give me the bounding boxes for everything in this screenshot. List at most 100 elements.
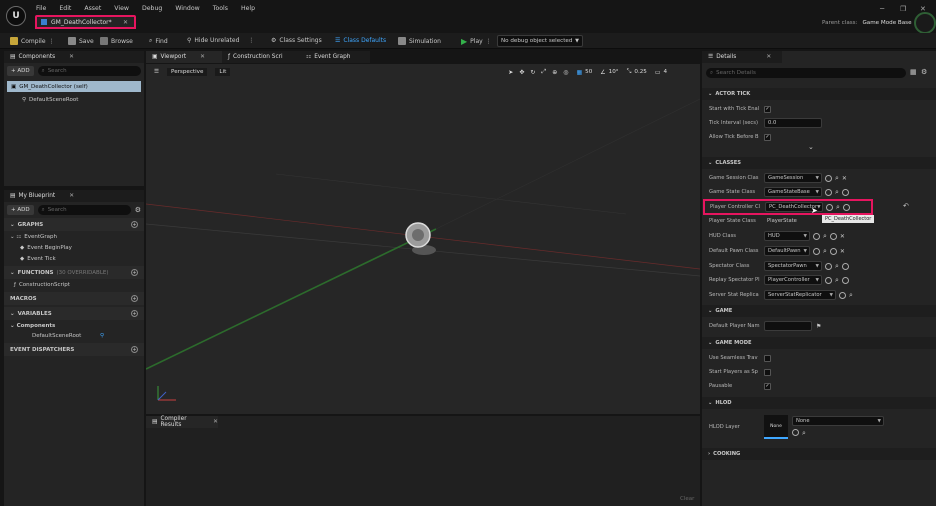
parent-class-link[interactable]: Game Mode Base — [862, 20, 911, 26]
lit-button[interactable]: Lit — [215, 68, 231, 76]
tick-interval-input[interactable]: 0.0 — [764, 118, 822, 128]
scale-tool-icon[interactable]: ⤢ — [541, 68, 546, 76]
document-tab[interactable]: GM_DeathCollector* ✕ — [35, 15, 136, 29]
class-combo[interactable]: DefaultPawn ▼ — [764, 246, 810, 256]
class-settings-button[interactable]: ⚙ Class Settings — [271, 37, 322, 44]
variable-item[interactable]: DefaultSceneRoot ⚲ — [4, 331, 144, 341]
classes-header[interactable]: ⌄ CLASSES — [702, 157, 936, 169]
perspective-button[interactable]: Perspective — [167, 68, 208, 76]
add-icon[interactable] — [842, 203, 850, 211]
debug-object-dropdown[interactable]: No debug object selected ▼ — [497, 35, 583, 47]
search-icon[interactable]: ⌕ — [835, 174, 839, 183]
simulation-button[interactable]: Simulation — [398, 37, 441, 45]
components-tab[interactable]: ▤ Components ✕ — [4, 51, 144, 63]
search-icon[interactable]: ⌕ — [835, 188, 839, 197]
expand-advanced-icon[interactable]: ⌄ — [808, 143, 814, 151]
scale-snap-icon[interactable]: ⤡ — [627, 68, 632, 76]
grid-snap-icon[interactable]: ▦ — [576, 69, 582, 76]
world-local-icon[interactable]: ⊕ — [552, 69, 557, 76]
camera-speed-icon[interactable]: ▭ — [655, 69, 661, 76]
close-components-icon[interactable]: ✕ — [69, 54, 74, 60]
select-tool-icon[interactable]: ➤ — [508, 69, 513, 76]
browse-to-icon[interactable] — [813, 247, 820, 255]
close-details-icon[interactable]: ✕ — [766, 54, 771, 60]
play-button[interactable]: ▶ Play ⋮ — [461, 37, 492, 46]
actor-tick-header[interactable]: ⌄ ACTOR TICK — [702, 88, 936, 100]
event-dispatchers-header[interactable]: EVENT DISPATCHERS + — [4, 343, 144, 356]
menu-view[interactable]: View — [114, 5, 129, 12]
localization-flag-icon[interactable]: ⚑ — [816, 323, 821, 330]
menu-edit[interactable]: Edit — [59, 5, 71, 12]
search-icon[interactable]: ⌕ — [823, 232, 827, 241]
add-dispatcher-icon[interactable]: + — [131, 346, 138, 353]
tab-viewport[interactable]: ▣ Viewport ✕ — [146, 51, 222, 63]
rotation-snap-value[interactable]: 10° — [609, 69, 619, 75]
function-item[interactable]: ƒ ConstructionScript — [4, 279, 144, 290]
menu-tools[interactable]: Tools — [213, 5, 228, 12]
details-tab[interactable]: ☰ Details ✕ — [702, 51, 782, 63]
add-icon[interactable] — [841, 188, 849, 196]
macros-header[interactable]: MACROS + — [4, 292, 144, 305]
add-component-button[interactable]: + ADD — [7, 66, 34, 76]
event-graph-item[interactable]: ⌄ ⚏ EventGraph — [4, 231, 144, 242]
menu-window[interactable]: Window — [175, 5, 199, 12]
tab-event-graph[interactable]: ⚏ Event Graph — [300, 51, 370, 63]
use-seamless-checkbox[interactable] — [764, 354, 771, 362]
close-my-blueprint-icon[interactable]: ✕ — [69, 193, 74, 199]
details-search-input[interactable]: ⌕ Search Details — [706, 68, 906, 78]
compiler-results-tab[interactable]: ▤ Compiler Results ✕ — [146, 416, 218, 428]
add-icon[interactable] — [841, 262, 849, 270]
browse-button[interactable]: Browse — [100, 37, 133, 45]
hide-options-icon[interactable]: ⋮ — [248, 37, 254, 44]
browse-to-icon[interactable] — [825, 262, 832, 270]
menu-debug[interactable]: Debug — [142, 5, 162, 12]
rotation-snap-icon[interactable]: ∠ — [600, 69, 605, 76]
search-icon[interactable]: ⌕ — [849, 291, 853, 300]
unreal-logo[interactable]: U — [6, 6, 26, 26]
class-combo[interactable]: GameStateBase ▼ — [764, 187, 822, 197]
menu-asset[interactable]: Asset — [84, 5, 101, 12]
blueprint-search-input[interactable]: ⌕ Search — [37, 205, 131, 215]
variable-category[interactable]: ⌄ Components — [4, 320, 144, 331]
class-combo[interactable]: GameSession ▼ — [764, 173, 822, 183]
reset-to-default-icon[interactable]: ↶ — [903, 202, 909, 210]
add-blueprint-item-button[interactable]: + ADD — [7, 205, 34, 215]
browse-to-icon[interactable] — [825, 188, 832, 196]
menu-file[interactable]: File — [36, 5, 46, 12]
menu-help[interactable]: Help — [241, 5, 255, 12]
browse-to-icon[interactable] — [813, 232, 820, 240]
game-header[interactable]: ⌄ GAME — [702, 305, 936, 317]
play-options-icon[interactable]: ⋮ — [486, 38, 492, 45]
functions-header[interactable]: ⌄ FUNCTIONS (30 OVERRIDABLE) + — [4, 266, 144, 279]
move-tool-icon[interactable]: ✥ — [519, 69, 524, 76]
class-combo[interactable]: HUD ▼ — [764, 231, 810, 241]
class-combo[interactable]: SpectatorPawn ▼ — [764, 261, 822, 271]
close-compiler-icon[interactable]: ✕ — [213, 419, 218, 425]
add-icon[interactable] — [841, 276, 849, 284]
class-combo[interactable]: PlayerController ▼ — [764, 275, 822, 285]
property-matrix-icon[interactable]: ▦ — [910, 68, 917, 76]
close-tab-icon[interactable]: ✕ — [123, 19, 128, 26]
search-icon[interactable]: ⌕ — [835, 262, 839, 271]
add-icon[interactable] — [829, 247, 837, 255]
add-variable-icon[interactable]: + — [131, 310, 138, 317]
browse-to-icon[interactable] — [839, 291, 846, 299]
rotate-tool-icon[interactable]: ↻ — [530, 69, 535, 76]
event-item[interactable]: ◆ Event BeginPlay — [4, 242, 144, 253]
grid-snap-value[interactable]: 50 — [585, 69, 592, 75]
add-macro-icon[interactable]: + — [131, 295, 138, 302]
component-item-default-scene-root[interactable]: ⚲ DefaultSceneRoot — [4, 94, 144, 105]
browse-to-icon[interactable] — [825, 276, 832, 284]
search-icon[interactable]: ⌕ — [836, 203, 840, 212]
minimize-icon[interactable]: ─ — [880, 5, 884, 13]
tab-construction-script[interactable]: ƒ Construction Scri — [222, 51, 300, 63]
allow-tick-checkbox[interactable]: ✓ — [764, 133, 771, 141]
variables-header[interactable]: ⌄ VARIABLES + — [4, 307, 144, 320]
add-function-icon[interactable]: + — [131, 269, 138, 276]
surface-snap-icon[interactable]: ◎ — [563, 69, 568, 76]
camera-speed-value[interactable]: 4 — [664, 69, 668, 75]
event-item[interactable]: ◆ Event Tick — [4, 253, 144, 264]
gear-icon[interactable]: ⚙ — [135, 206, 141, 214]
compile-button[interactable]: Compile ⋮ — [10, 37, 55, 45]
close-viewport-icon[interactable]: ✕ — [200, 54, 205, 60]
